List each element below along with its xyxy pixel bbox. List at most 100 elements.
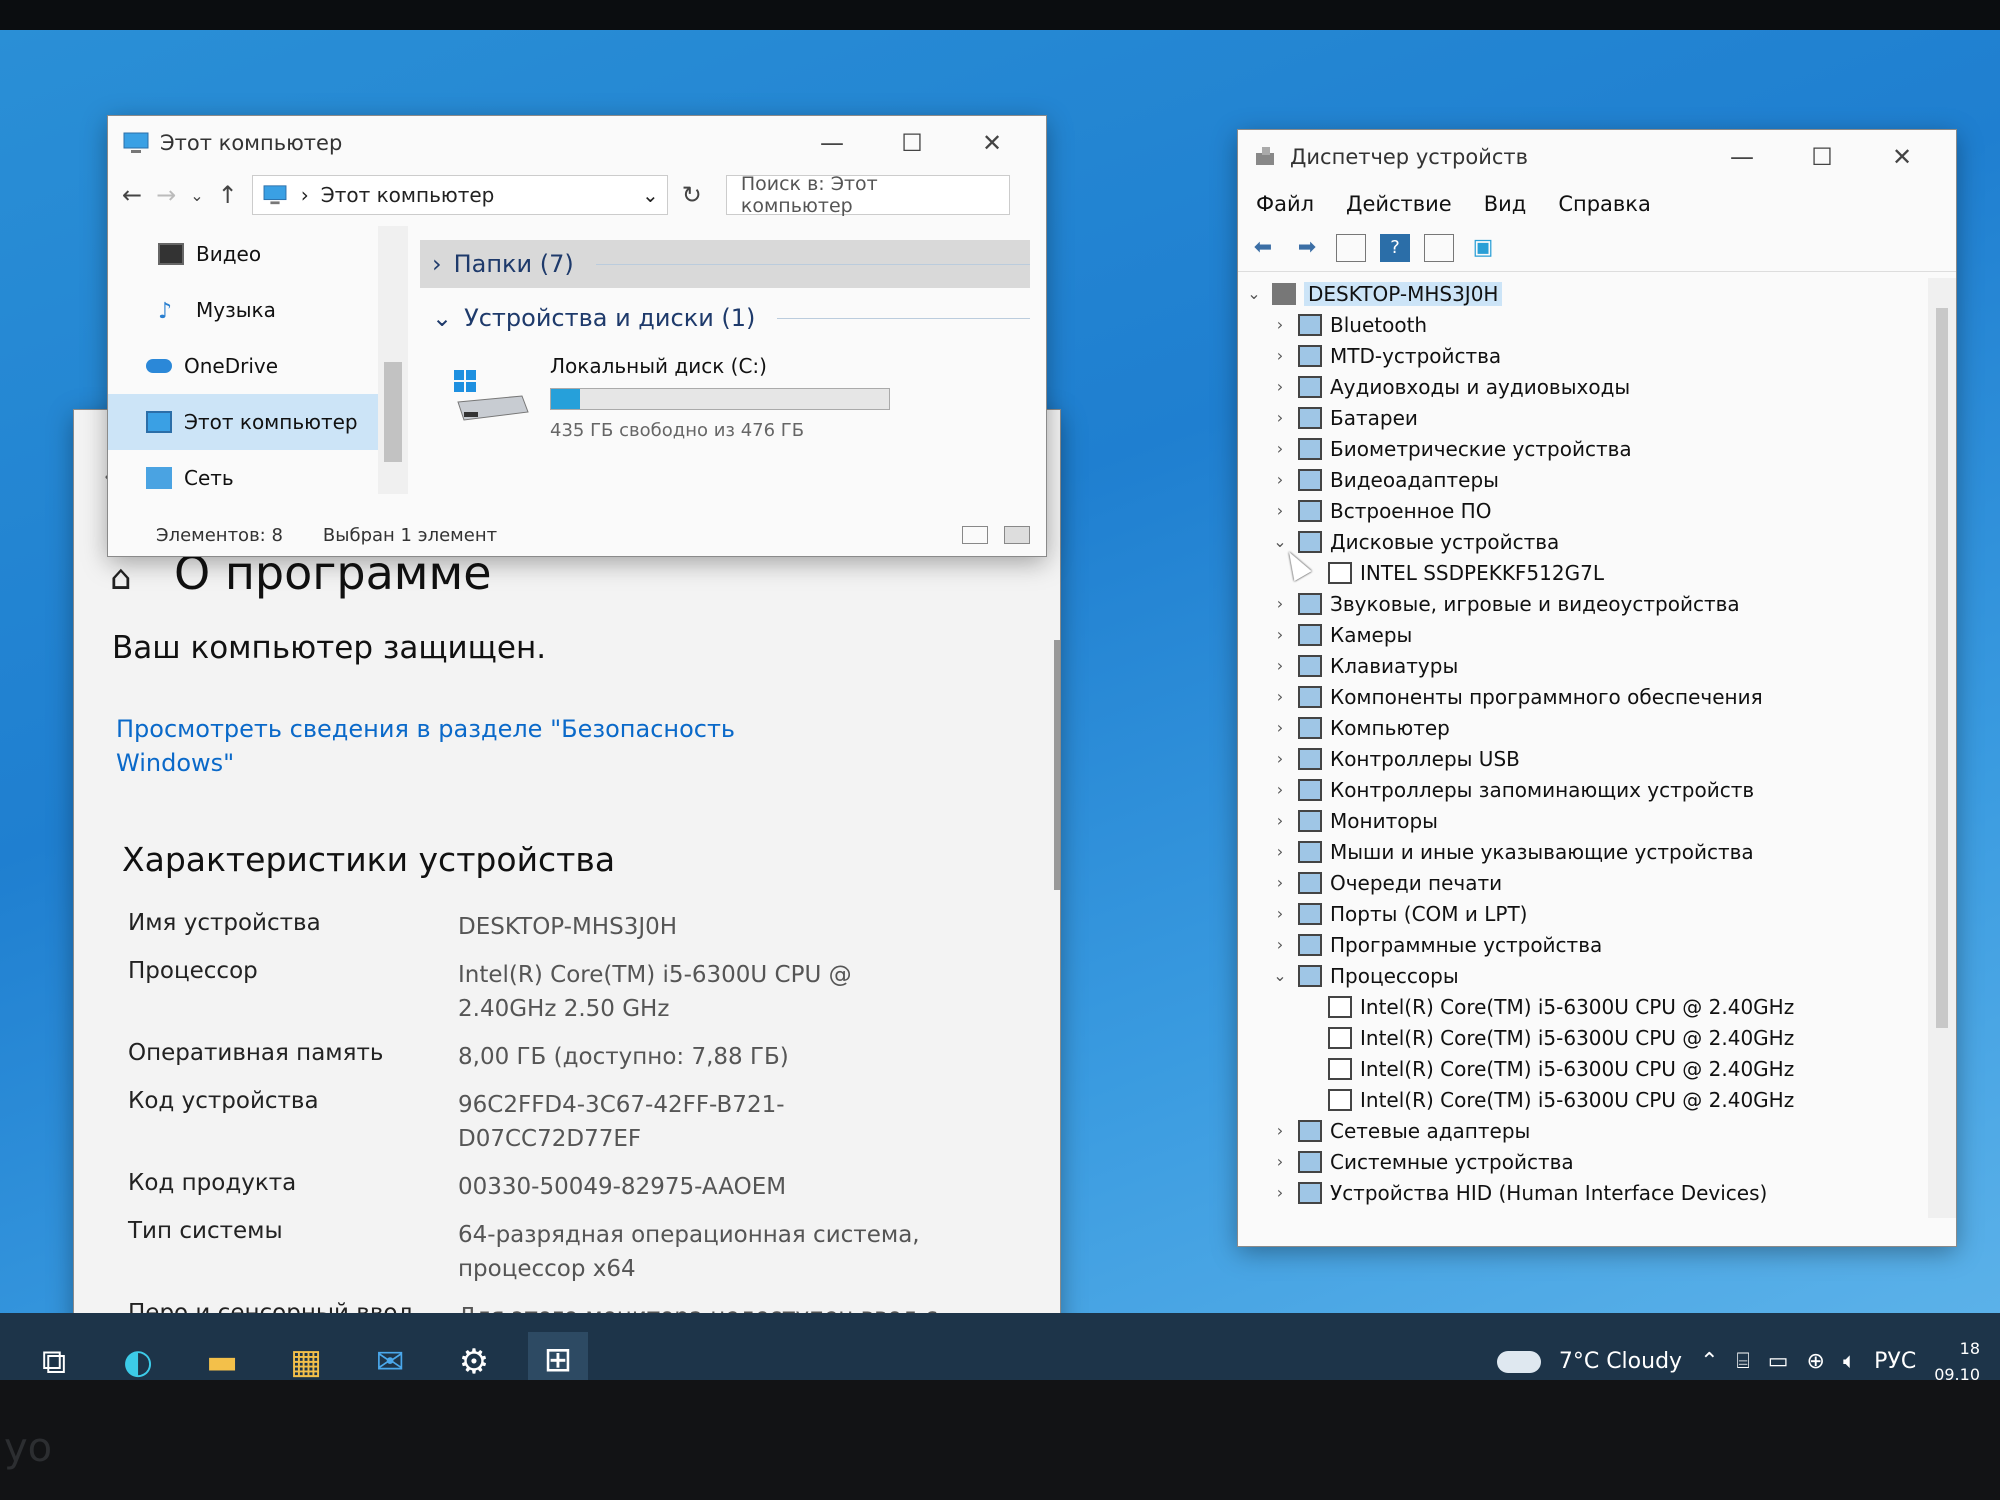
chevron-right-icon[interactable]: › [1270,656,1290,675]
maximize-button[interactable]: ☐ [872,129,952,157]
scrollbar[interactable] [1054,640,1060,890]
chevron-right-icon[interactable]: › [1270,718,1290,737]
device-manager-icon[interactable]: ⊞ [528,1331,588,1380]
tree-device[interactable]: Intel(R) Core(TM) i5-6300U CPU @ 2.40GHz [1238,991,1928,1022]
chevron-down-icon[interactable]: ⌄ [1270,966,1290,985]
large-icons-view-icon[interactable] [1004,526,1030,544]
clock[interactable]: 18 09.10 [1934,1336,1980,1381]
language-indicator[interactable]: РУС [1874,1349,1916,1374]
maximize-button[interactable]: ☐ [1782,143,1862,171]
sidebar-item-network[interactable]: Сеть [108,450,408,506]
chevron-right-icon[interactable]: › [1270,625,1290,644]
tree-category[interactable]: › Камеры [1238,619,1928,650]
show-hide-tree-icon[interactable] [1336,233,1366,262]
details-view-icon[interactable] [962,526,988,544]
globe-icon[interactable]: ⊕ [1807,1349,1825,1374]
chevron-right-icon[interactable]: › [1270,780,1290,799]
tree-category[interactable]: › Устройства HID (Human Interface Devices… [1238,1177,1928,1208]
scrollbar[interactable] [378,226,408,494]
tree-device[interactable]: Intel(R) Core(TM) i5-6300U CPU @ 2.40GHz [1238,1022,1928,1053]
close-button[interactable]: ✕ [952,129,1032,157]
settings-icon[interactable]: ⚙ [444,1332,504,1381]
chevron-right-icon[interactable]: › [1270,904,1290,923]
sidebar-item-video[interactable]: Видео [108,226,408,282]
chevron-right-icon[interactable]: › [1270,1121,1290,1140]
tree-category[interactable]: › Компоненты программного обеспечения [1238,681,1928,712]
back-arrow-icon[interactable]: ⬅ [1248,234,1278,262]
tree-category[interactable]: ⌄ Дисковые устройства [1238,526,1928,557]
file-explorer-icon[interactable]: ▬ [192,1332,252,1381]
tree-category[interactable]: › Биометрические устройства [1238,433,1928,464]
group-folders[interactable]: › Папки (7) [420,240,1030,288]
chevron-right-icon[interactable]: › [1270,1152,1290,1171]
tree-category[interactable]: › Bluetooth [1238,309,1928,340]
refresh-icon[interactable]: ↻ [682,181,702,209]
menu-help[interactable]: Справка [1558,192,1651,216]
chevron-down-icon[interactable]: ⌄ [642,183,659,207]
chevron-right-icon[interactable]: › [1270,315,1290,334]
scrollbar-thumb[interactable] [384,362,402,462]
minimize-button[interactable]: — [1702,143,1782,171]
tree-category[interactable]: › Компьютер [1238,712,1928,743]
disk-c-tile[interactable]: Локальный диск (C:) 435 ГБ свободно из 4… [452,350,1012,450]
weather-text[interactable]: 7°C Cloudy [1559,1349,1682,1374]
mail-icon[interactable]: ✉ [360,1332,420,1381]
tree-category[interactable]: › Аудиовходы и аудиовыходы [1238,371,1928,402]
tree-device[interactable]: Intel(R) Core(TM) i5-6300U CPU @ 2.40GHz [1238,1053,1928,1084]
volume-icon[interactable]: 🔈︎ [1843,1349,1856,1374]
tree-device[interactable]: INTEL SSDPEKKF512G7L [1238,557,1928,588]
chevron-right-icon[interactable]: › [1270,811,1290,830]
chevron-right-icon[interactable]: › [1270,501,1290,520]
chevron-right-icon[interactable]: › [1270,470,1290,489]
tree-category[interactable]: › Клавиатуры [1238,650,1928,681]
monitor-icon[interactable]: ▣ [1468,234,1498,262]
security-link[interactable]: Просмотреть сведения в разделе "Безопасн… [116,712,756,780]
tree-category[interactable]: › Встроенное ПО [1238,495,1928,526]
tree-category[interactable]: › Программные устройства [1238,929,1928,960]
tree-root[interactable]: ⌄ DESKTOP-MHS3J0H [1238,278,1928,309]
chevron-right-icon[interactable]: › [1270,749,1290,768]
tree-category[interactable]: › Видеоадаптеры [1238,464,1928,495]
home-icon[interactable]: ⌂ [110,558,132,598]
devmgr-titlebar[interactable]: Диспетчер устройств — ☐ ✕ [1238,130,1956,184]
edge-icon[interactable]: ◐ [108,1332,168,1381]
tree-category[interactable]: › Контроллеры USB [1238,743,1928,774]
address-bar[interactable]: › Этот компьютер ⌄ [251,175,668,215]
chevron-right-icon[interactable]: › [1270,346,1290,365]
tree-category[interactable]: › Мыши и иные указывающие устройства [1238,836,1928,867]
search-input[interactable]: Поиск в: Этот компьютер [725,173,1010,217]
chevron-down-icon[interactable]: ⌄ [190,186,203,205]
battery-icon[interactable]: ▭ [1768,1349,1789,1374]
properties-icon[interactable] [1424,233,1454,262]
chevron-right-icon[interactable]: › [1270,687,1290,706]
tree-category[interactable]: › Мониторы [1238,805,1928,836]
tree-category[interactable]: › Очереди печати [1238,867,1928,898]
chevron-right-icon[interactable]: › [1270,873,1290,892]
chevron-right-icon[interactable]: › [1270,439,1290,458]
task-view-icon[interactable]: ⧉ [24,1332,84,1381]
explorer-titlebar[interactable]: Этот компьютер — ☐ ✕ [108,116,1046,170]
tree-category[interactable]: ⌄ Процессоры [1238,960,1928,991]
sidebar-item-onedrive[interactable]: OneDrive [108,338,408,394]
store-icon[interactable]: ▦ [276,1332,336,1381]
forward-arrow-icon[interactable]: → [156,181,176,209]
menu-action[interactable]: Действие [1346,192,1452,216]
scrollbar[interactable] [1928,278,1956,1218]
tree-category[interactable]: › Батареи [1238,402,1928,433]
sidebar-item-music[interactable]: ♪ Музыка [108,282,408,338]
forward-arrow-icon[interactable]: ➡ [1292,234,1322,262]
group-devices[interactable]: ⌄ Устройства и диски (1) [420,294,1030,342]
help-icon[interactable]: ? [1380,233,1410,262]
up-arrow-icon[interactable]: ↑ [218,181,238,209]
chevron-down-icon[interactable]: ⌄ [1270,532,1290,551]
tree-device[interactable]: Intel(R) Core(TM) i5-6300U CPU @ 2.40GHz [1238,1084,1928,1115]
close-button[interactable]: ✕ [1862,143,1942,171]
scrollbar-thumb[interactable] [1936,308,1948,1028]
chevron-right-icon[interactable]: › [1270,408,1290,427]
chevron-right-icon[interactable]: › [1270,377,1290,396]
chevron-right-icon[interactable]: › [1270,594,1290,613]
chevron-down-icon[interactable]: ⌄ [1244,284,1264,303]
sidebar-item-this-pc[interactable]: Этот компьютер [108,394,408,450]
tree-category[interactable]: › Звуковые, игровые и видеоустройства [1238,588,1928,619]
tree-category[interactable]: › Сетевые адаптеры [1238,1115,1928,1146]
